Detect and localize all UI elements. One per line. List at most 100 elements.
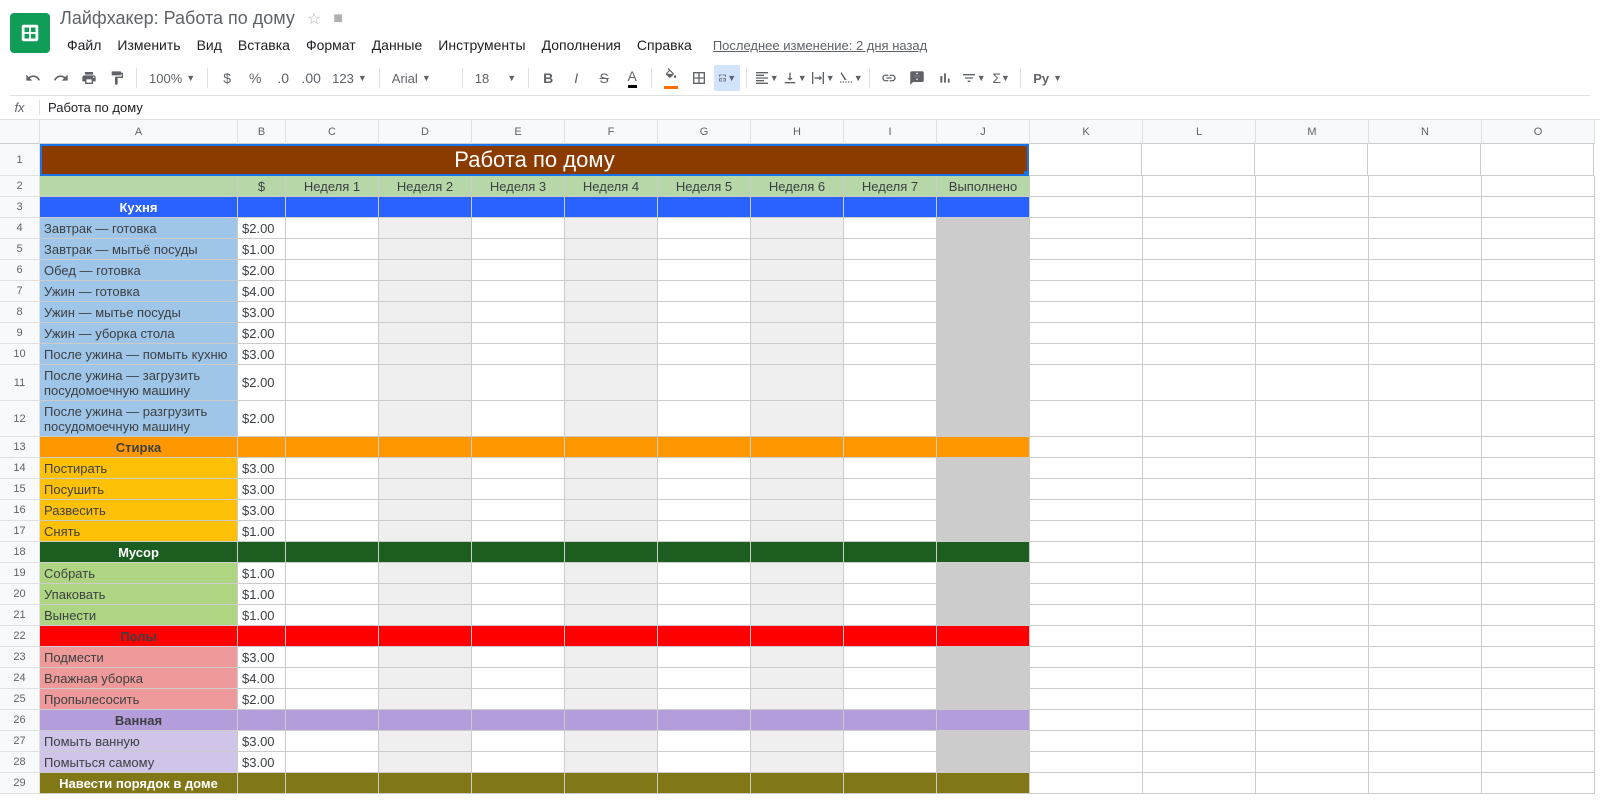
cell[interactable]	[658, 365, 751, 401]
cell[interactable]	[286, 584, 379, 605]
cell[interactable]: Ванная	[40, 710, 238, 731]
italic-icon[interactable]: I	[563, 65, 589, 91]
cell[interactable]	[1030, 176, 1143, 197]
cell[interactable]	[472, 752, 565, 773]
font-select[interactable]: Arial▼	[386, 65, 456, 91]
cell[interactable]	[379, 260, 472, 281]
cell[interactable]	[472, 281, 565, 302]
cell[interactable]	[1143, 458, 1256, 479]
cell[interactable]	[1143, 401, 1256, 437]
cell[interactable]: Неделя 5	[658, 176, 751, 197]
cell[interactable]	[658, 302, 751, 323]
cell[interactable]	[658, 710, 751, 731]
bold-icon[interactable]: B	[535, 65, 561, 91]
cell[interactable]	[1256, 773, 1369, 794]
col-head-M[interactable]: M	[1256, 120, 1369, 144]
cell[interactable]	[658, 281, 751, 302]
cell[interactable]	[658, 626, 751, 647]
cell[interactable]	[1030, 710, 1143, 731]
cell[interactable]	[1482, 365, 1595, 401]
menu-format[interactable]: Формат	[299, 33, 363, 57]
cell[interactable]	[1482, 626, 1595, 647]
cell[interactable]	[1030, 239, 1143, 260]
cell[interactable]	[1482, 479, 1595, 500]
cell[interactable]	[751, 626, 844, 647]
row-head[interactable]: 2	[0, 176, 40, 197]
menu-addons[interactable]: Дополнения	[535, 33, 628, 57]
cell[interactable]: $3.00	[238, 479, 286, 500]
chart-icon[interactable]	[932, 65, 958, 91]
cell[interactable]	[379, 542, 472, 563]
cell[interactable]	[937, 773, 1030, 794]
cell[interactable]	[286, 239, 379, 260]
cell[interactable]	[844, 239, 937, 260]
cell[interactable]	[1369, 239, 1482, 260]
text-color-icon[interactable]: A	[619, 65, 645, 91]
sheets-logo[interactable]	[10, 13, 50, 53]
cell[interactable]	[472, 689, 565, 710]
rotate-icon[interactable]: ▼	[837, 65, 863, 91]
cell[interactable]	[238, 437, 286, 458]
cell[interactable]	[1256, 323, 1369, 344]
col-head-N[interactable]: N	[1369, 120, 1482, 144]
cell[interactable]	[1143, 668, 1256, 689]
cell[interactable]	[565, 281, 658, 302]
cell[interactable]	[238, 542, 286, 563]
fill-color-icon[interactable]	[658, 65, 684, 91]
cell[interactable]	[658, 239, 751, 260]
cell[interactable]: Подмести	[40, 647, 238, 668]
cell[interactable]	[937, 731, 1030, 752]
cell[interactable]	[937, 542, 1030, 563]
cell[interactable]	[1143, 605, 1256, 626]
cell[interactable]	[472, 479, 565, 500]
cell[interactable]	[1256, 521, 1369, 542]
cell[interactable]	[1143, 542, 1256, 563]
cell[interactable]	[472, 458, 565, 479]
cell[interactable]	[1369, 773, 1482, 794]
cell[interactable]	[472, 647, 565, 668]
cell[interactable]	[1030, 344, 1143, 365]
star-icon[interactable]: ☆	[307, 9, 321, 29]
cell[interactable]	[1029, 144, 1142, 176]
cell[interactable]	[937, 365, 1030, 401]
cell[interactable]	[844, 500, 937, 521]
cell[interactable]	[1143, 323, 1256, 344]
cell[interactable]: Вынести	[40, 605, 238, 626]
cell[interactable]	[751, 302, 844, 323]
cell[interactable]	[844, 260, 937, 281]
cell[interactable]	[751, 239, 844, 260]
col-head-K[interactable]: K	[1030, 120, 1143, 144]
cell[interactable]	[1143, 647, 1256, 668]
cell[interactable]	[1369, 584, 1482, 605]
cell[interactable]	[1369, 626, 1482, 647]
row-head[interactable]: 29	[0, 773, 40, 794]
cell[interactable]	[1030, 563, 1143, 584]
row-head[interactable]: 13	[0, 437, 40, 458]
more-formats-select[interactable]: 123▼	[326, 65, 373, 91]
col-head-J[interactable]: J	[937, 120, 1030, 144]
cell[interactable]	[1369, 731, 1482, 752]
cell[interactable]	[565, 647, 658, 668]
cell[interactable]	[472, 563, 565, 584]
cell[interactable]	[565, 218, 658, 239]
cell[interactable]: Ужин — готовка	[40, 281, 238, 302]
cell[interactable]	[1143, 584, 1256, 605]
cell[interactable]	[1482, 647, 1595, 668]
cell[interactable]	[1030, 260, 1143, 281]
borders-icon[interactable]	[686, 65, 712, 91]
cell[interactable]	[1482, 197, 1595, 218]
cell[interactable]	[286, 773, 379, 794]
cell[interactable]	[1481, 144, 1594, 176]
cell[interactable]	[751, 773, 844, 794]
cell[interactable]	[844, 302, 937, 323]
cell[interactable]: Неделя 3	[472, 176, 565, 197]
row-head[interactable]: 26	[0, 710, 40, 731]
cell[interactable]	[658, 323, 751, 344]
cell[interactable]	[658, 689, 751, 710]
cell[interactable]	[286, 401, 379, 437]
last-edit-link[interactable]: Последнее изменение: 2 дня назад	[713, 38, 927, 53]
cell[interactable]	[1369, 542, 1482, 563]
cell[interactable]	[1482, 773, 1595, 794]
cell[interactable]	[844, 365, 937, 401]
cell[interactable]	[472, 437, 565, 458]
